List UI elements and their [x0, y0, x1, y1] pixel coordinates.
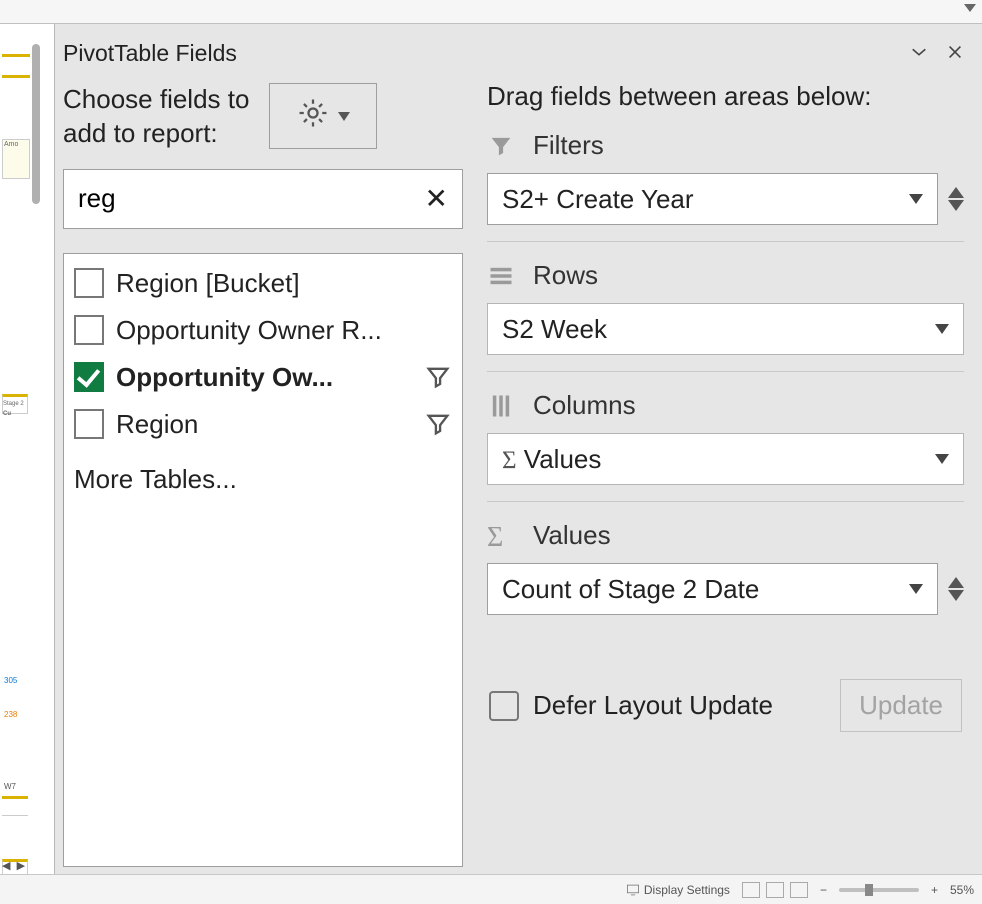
checkbox[interactable] [74, 315, 104, 345]
pivottable-fields-pane: PivotTable Fields Choose fields toadd to… [55, 36, 972, 874]
rows-field[interactable]: S2 Week [487, 303, 964, 355]
spin-down-icon[interactable] [948, 200, 964, 211]
field-item[interactable]: Opportunity Owner R... [68, 307, 458, 354]
collapse-icon[interactable] [910, 40, 928, 67]
gear-icon [296, 96, 330, 136]
spin-up-icon[interactable] [948, 577, 964, 588]
scrollbar-stub[interactable] [32, 44, 40, 204]
chart-title-box: Amo [2, 139, 30, 179]
field-label: Region [116, 409, 412, 440]
search-input[interactable] [78, 183, 425, 214]
filters-title: Filters [533, 130, 604, 161]
drop-label: Σ Values [502, 444, 601, 475]
chevron-down-icon [935, 324, 949, 334]
axis-label: W7 [4, 782, 16, 791]
more-tables-link[interactable]: More Tables... [68, 448, 458, 511]
drop-label: S2 Week [502, 314, 607, 345]
defer-label: Defer Layout Update [533, 690, 773, 721]
values-title: Values [533, 520, 611, 551]
filters-area[interactable]: Filters S2+ Create Year [487, 130, 964, 242]
chevron-down-icon [338, 112, 350, 121]
zoom-out-button[interactable]: − [820, 883, 827, 897]
pane-title: PivotTable Fields [63, 40, 237, 67]
drag-areas-label: Drag fields between areas below: [487, 75, 964, 130]
columns-area[interactable]: Columns Σ Values [487, 390, 964, 502]
filter-icon[interactable] [424, 410, 452, 438]
clear-search-icon[interactable]: ✕ [425, 182, 448, 215]
worksheet-sliver: Amo Stage 2Cu 305 238 W7 ◀ ▶ [0, 24, 55, 874]
rows-area[interactable]: Rows S2 Week [487, 260, 964, 372]
drop-label: S2+ Create Year [502, 184, 694, 215]
columns-icon [487, 392, 515, 420]
reorder-spinner[interactable] [948, 577, 964, 601]
close-icon[interactable] [946, 40, 964, 67]
sigma-icon: Σ [487, 522, 515, 550]
checkbox[interactable] [489, 691, 519, 721]
checkbox-checked[interactable] [74, 362, 104, 392]
tools-button[interactable] [269, 83, 377, 149]
columns-title: Columns [533, 390, 636, 421]
field-list[interactable]: Region [Bucket] Opportunity Owner R... O… [63, 253, 463, 867]
chevron-down-icon [935, 454, 949, 464]
status-bar: Display Settings − + 55% [0, 874, 982, 904]
field-item[interactable]: Region [Bucket] [68, 260, 458, 307]
checkbox[interactable] [74, 268, 104, 298]
rows-icon [487, 262, 515, 290]
field-label: Region [Bucket] [116, 268, 452, 299]
reorder-spinner[interactable] [948, 187, 964, 211]
values-field[interactable]: Count of Stage 2 Date [487, 563, 938, 615]
funnel-icon [487, 132, 515, 160]
search-field-wrap[interactable]: ✕ [63, 169, 463, 229]
zoom-level[interactable]: 55% [950, 883, 974, 897]
zoom-slider[interactable] [839, 888, 919, 892]
drop-label: Count of Stage 2 Date [502, 574, 759, 605]
spin-down-icon[interactable] [948, 590, 964, 601]
view-buttons[interactable] [742, 882, 808, 898]
columns-field[interactable]: Σ Values [487, 433, 964, 485]
update-button[interactable]: Update [840, 679, 962, 732]
axis-value: 238 [4, 710, 17, 719]
rows-title: Rows [533, 260, 598, 291]
sheet-nav[interactable]: ◀ ▶ [2, 859, 25, 872]
chevron-down-icon [909, 584, 923, 594]
formula-bar-stub [0, 0, 982, 24]
field-item[interactable]: Region [68, 401, 458, 448]
field-label: Opportunity Owner R... [116, 315, 452, 346]
values-area[interactable]: Σ Values Count of Stage 2 Date [487, 520, 964, 631]
defer-layout-checkbox[interactable]: Defer Layout Update [489, 690, 773, 721]
checkbox[interactable] [74, 409, 104, 439]
display-settings-button[interactable]: Display Settings [626, 883, 730, 897]
chevron-down-icon [909, 194, 923, 204]
filters-field[interactable]: S2+ Create Year [487, 173, 938, 225]
filter-icon[interactable] [424, 363, 452, 391]
choose-fields-label: Choose fields toadd to report: [63, 83, 249, 151]
field-label: Opportunity Ow... [116, 362, 412, 393]
axis-value: 305 [4, 676, 17, 685]
field-item[interactable]: Opportunity Ow... [68, 354, 458, 401]
spin-up-icon[interactable] [948, 187, 964, 198]
zoom-in-button[interactable]: + [931, 883, 938, 897]
